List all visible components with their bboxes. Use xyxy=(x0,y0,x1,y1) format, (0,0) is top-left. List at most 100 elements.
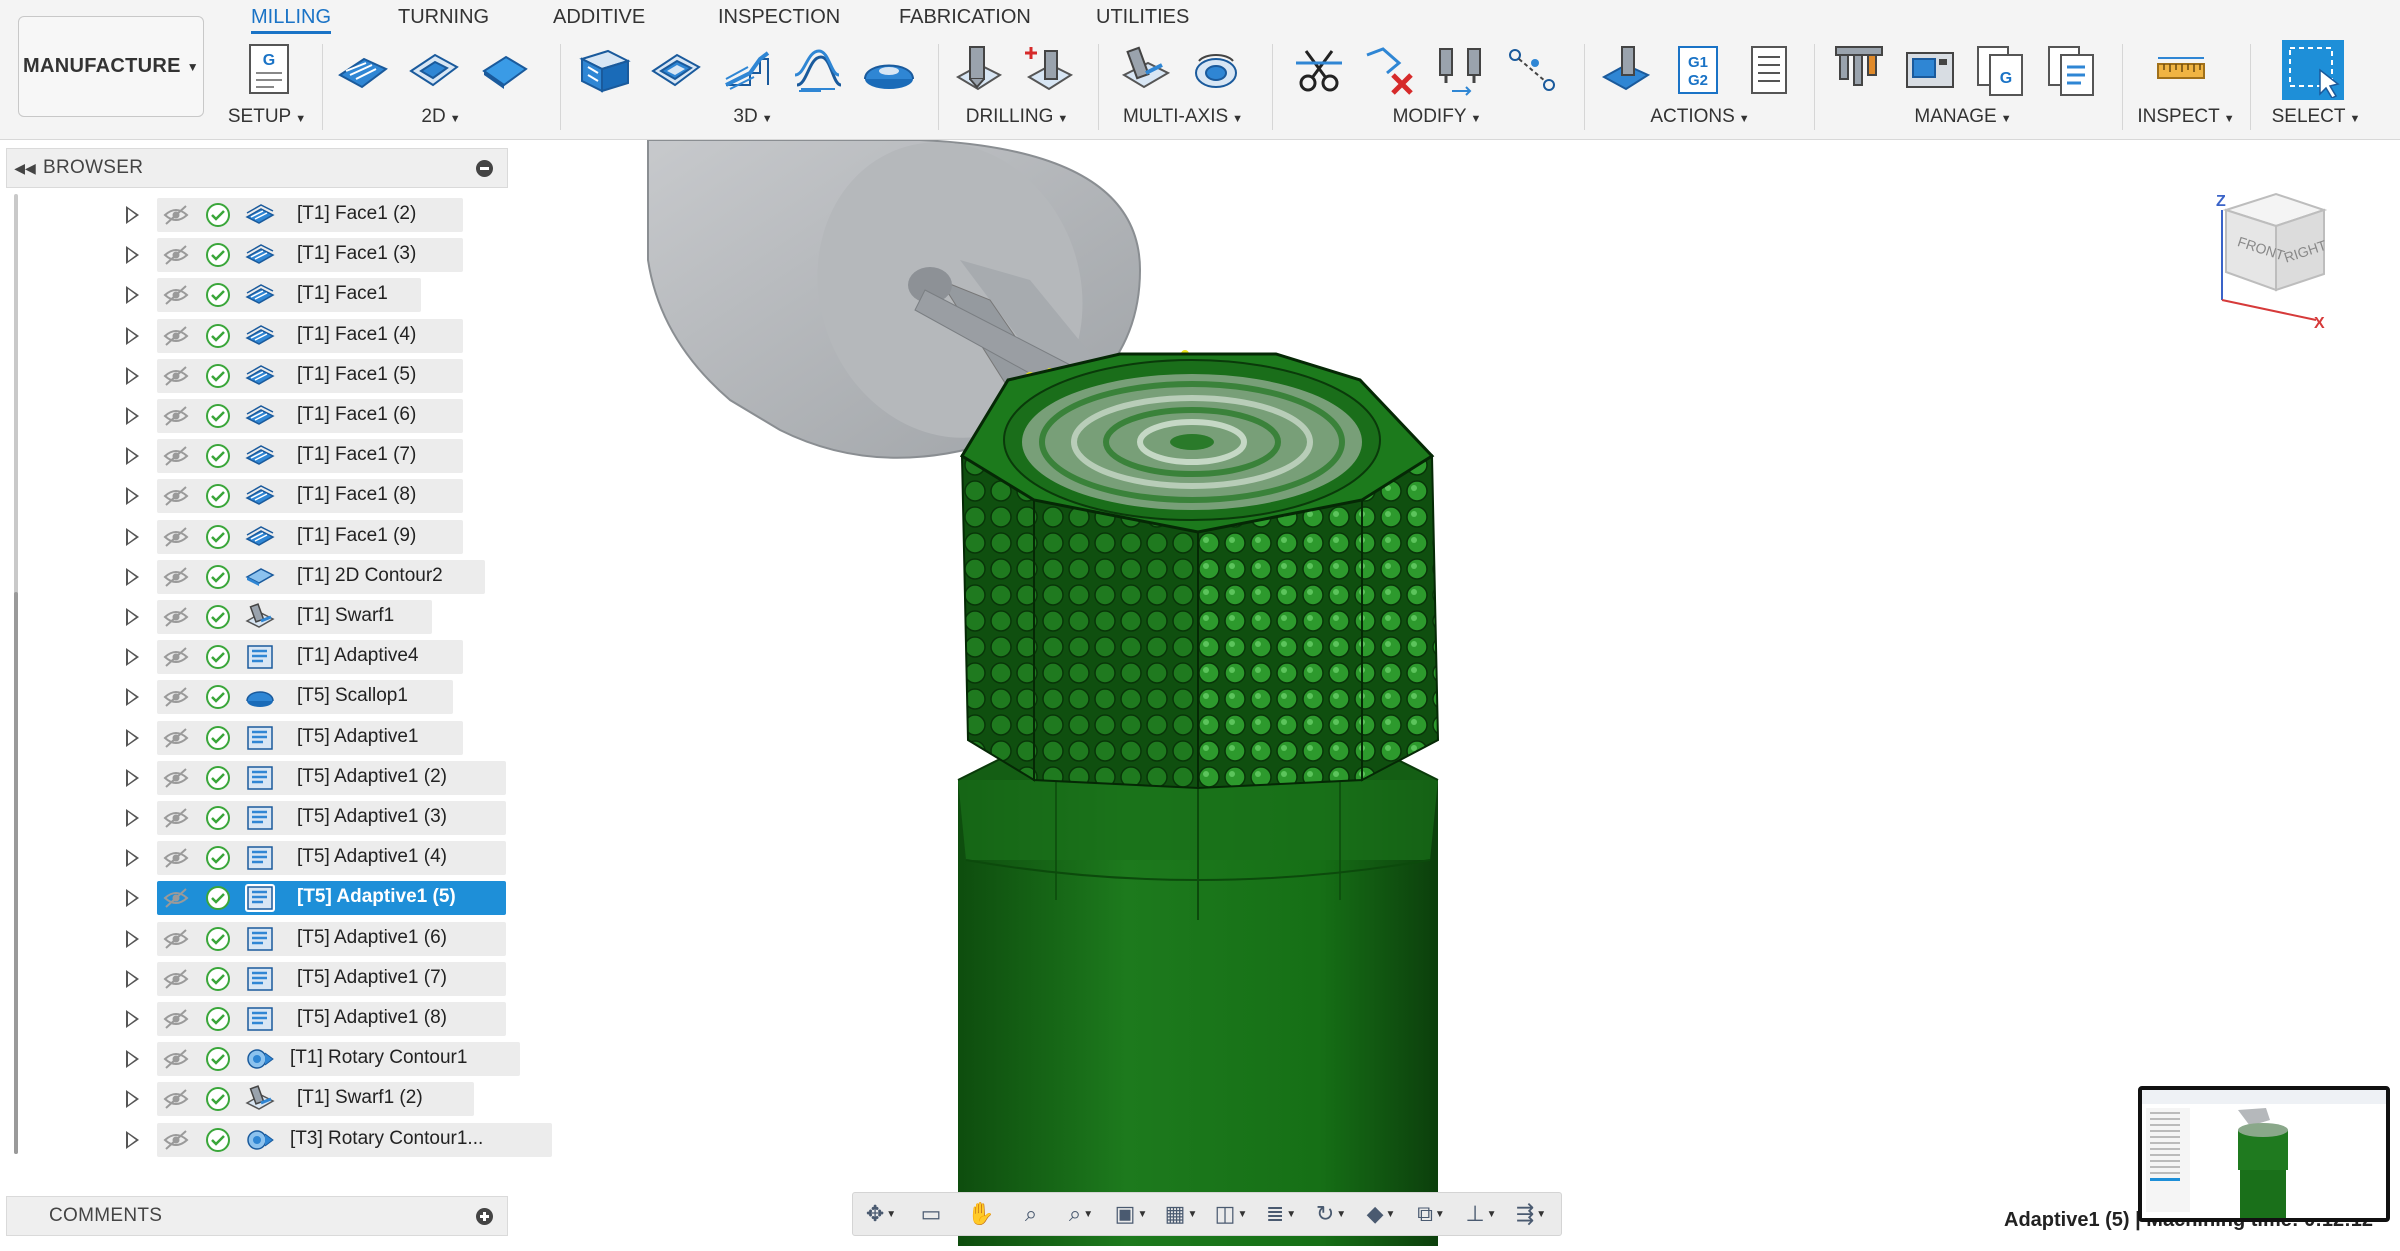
hole-recognition-icon[interactable] xyxy=(1023,43,1077,97)
drill-icon[interactable] xyxy=(952,43,1006,97)
2d-menu[interactable]: 2D ▼ xyxy=(336,106,546,128)
browser-item[interactable]: [T3] Rotary Contour1... xyxy=(0,1120,552,1160)
browser-item[interactable]: [T5] Adaptive1 (2) xyxy=(0,758,520,798)
browser-item[interactable]: [T1] Rotary Contour1 xyxy=(0,1039,520,1079)
browser-item[interactable]: [T5] Adaptive1 (5) xyxy=(0,878,520,918)
expand-arrow-icon[interactable] xyxy=(126,407,139,425)
toolpath-points-icon[interactable] xyxy=(1505,43,1559,97)
expand-arrow-icon[interactable] xyxy=(126,326,139,345)
workspace-switcher[interactable]: MANUFACTURE ▼ xyxy=(18,16,204,117)
browser-item[interactable]: [T1] Face1 (5) xyxy=(0,356,520,396)
view-cube[interactable]: Z X FRONT RIGHT xyxy=(2196,170,2356,330)
expand-arrow-icon[interactable] xyxy=(126,809,139,827)
expand-arrow-icon[interactable] xyxy=(126,608,139,626)
expand-arrow-icon[interactable] xyxy=(126,487,139,506)
display-settings-icon[interactable]: ▣ ▼ xyxy=(1111,1198,1151,1230)
expand-arrow-icon[interactable] xyxy=(126,527,139,546)
manage-menu[interactable]: MANAGE ▼ xyxy=(1832,106,2094,128)
expand-arrow-icon[interactable] xyxy=(126,1010,139,1028)
expand-arrow-icon[interactable] xyxy=(126,447,139,466)
browser-item[interactable]: [T1] Face1 (4) xyxy=(0,316,520,356)
modify-menu[interactable]: MODIFY ▼ xyxy=(1292,106,1582,128)
setup-sheet-icon[interactable] xyxy=(1742,43,1796,97)
select-menu[interactable]: SELECT ▼ xyxy=(2264,106,2368,128)
expand-arrow-icon[interactable] xyxy=(126,1090,139,1109)
browser-item[interactable]: [T1] Face1 (6) xyxy=(0,396,520,436)
comments-panel[interactable]: COMMENTS xyxy=(6,1196,508,1236)
browser-item[interactable]: [T1] Face1 (9) xyxy=(0,517,520,557)
visibility-eye-icon[interactable] xyxy=(163,1129,189,1151)
visibility-eye-icon[interactable] xyxy=(163,928,189,950)
browser-item[interactable]: [T5] Adaptive1 (3) xyxy=(0,798,520,838)
simulate-icon[interactable] xyxy=(1600,43,1654,97)
rotate-view-icon[interactable]: ↻ ▼ xyxy=(1311,1198,1351,1230)
visibility-eye-icon[interactable] xyxy=(163,485,189,507)
tool-change-icon[interactable] xyxy=(1434,43,1488,97)
visibility-eye-icon[interactable] xyxy=(163,1008,189,1030)
browser-item[interactable]: [T1] Face1 (7) xyxy=(0,436,520,476)
screen-preview-thumbnail[interactable] xyxy=(2138,1086,2390,1222)
2d-pocket-icon[interactable] xyxy=(407,43,461,97)
visibility-eye-icon[interactable] xyxy=(163,566,189,588)
expand-arrow-icon[interactable] xyxy=(126,969,139,988)
swarf-tool-icon[interactable] xyxy=(1118,43,1172,97)
collapse-panel-icon[interactable]: ◀◀ xyxy=(7,160,43,177)
post-process-icon[interactable]: G1 G2 xyxy=(1671,43,1725,97)
visibility-eye-icon[interactable] xyxy=(163,244,189,266)
3d-viewport[interactable]: Z X FRONT RIGHT xyxy=(520,139,2400,1246)
expand-arrow-icon[interactable] xyxy=(126,1050,139,1069)
tab-additive[interactable]: ADDITIVE xyxy=(553,0,645,34)
browser-item[interactable]: [T1] Face1 (3) xyxy=(0,235,520,275)
browser-item[interactable]: [T1] 2D Contour2 xyxy=(0,557,520,597)
expand-arrow-icon[interactable] xyxy=(126,648,139,667)
visibility-eye-icon[interactable] xyxy=(163,968,189,990)
pan-hand-icon[interactable]: ✋ xyxy=(961,1198,1001,1230)
browser-item[interactable]: [T1] Face1 (8) xyxy=(0,476,520,516)
visual-style-icon[interactable]: ◆ ▼ xyxy=(1361,1198,1401,1230)
measure-icon[interactable] xyxy=(2154,43,2208,97)
visibility-eye-icon[interactable] xyxy=(163,365,189,387)
3d-steep-shallow-icon[interactable] xyxy=(720,43,774,97)
tab-milling[interactable]: MILLING xyxy=(251,0,332,34)
tab-fabrication[interactable]: FABRICATION xyxy=(899,0,1031,34)
3d-parallel-icon[interactable] xyxy=(791,43,845,97)
camera-icon[interactable]: ⧉ ▼ xyxy=(1411,1198,1451,1230)
2d-contour-icon[interactable] xyxy=(478,43,532,97)
visibility-eye-icon[interactable] xyxy=(163,526,189,548)
visibility-eye-icon[interactable] xyxy=(163,606,189,628)
visibility-eye-icon[interactable] xyxy=(163,1048,189,1070)
browser-item[interactable]: [T1] Face1 xyxy=(0,275,520,315)
3d-menu[interactable]: 3D ▼ xyxy=(578,106,928,128)
expand-arrow-icon[interactable] xyxy=(126,1130,139,1149)
new-setup-icon[interactable]: G xyxy=(242,43,296,97)
scissors-icon[interactable] xyxy=(1292,43,1346,97)
browser-item[interactable]: [T5] Adaptive1 (7) xyxy=(0,959,520,999)
look-at-icon[interactable]: ▭ xyxy=(911,1198,951,1230)
layers-icon[interactable]: ≣ ▼ xyxy=(1261,1198,1301,1230)
visibility-eye-icon[interactable] xyxy=(163,767,189,789)
browser-item[interactable]: [T5] Adaptive1 (4) xyxy=(0,838,520,878)
simulation-display-icon[interactable]: ⇶ ▼ xyxy=(1511,1198,1551,1230)
expand-arrow-icon[interactable] xyxy=(126,849,139,868)
visibility-eye-icon[interactable] xyxy=(163,405,189,427)
expand-arrow-icon[interactable] xyxy=(126,889,139,908)
visibility-eye-icon[interactable] xyxy=(163,727,189,749)
2d-adaptive-icon[interactable] xyxy=(336,43,390,97)
actions-menu[interactable]: ACTIONS ▼ xyxy=(1600,106,1800,128)
tab-inspection[interactable]: INSPECTION xyxy=(718,0,840,34)
tool-library-icon[interactable] xyxy=(1832,43,1886,97)
visibility-eye-icon[interactable] xyxy=(163,887,189,909)
window-select-icon[interactable] xyxy=(2282,40,2344,100)
delete-toolpath-icon[interactable] xyxy=(1363,43,1417,97)
expand-icon[interactable] xyxy=(476,1208,493,1225)
browser-item[interactable]: [T5] Scallop1 xyxy=(0,677,520,717)
3d-pocket-icon[interactable] xyxy=(649,43,703,97)
tool-display-icon[interactable]: ⊥ ▼ xyxy=(1461,1198,1501,1230)
3d-scallop-icon[interactable] xyxy=(862,43,916,97)
tab-utilities[interactable]: UTILITIES xyxy=(1096,0,1189,34)
expand-arrow-icon[interactable] xyxy=(126,768,139,787)
drilling-menu[interactable]: DRILLING ▼ xyxy=(952,106,1082,128)
browser-item[interactable]: [T5] Adaptive1 (8) xyxy=(0,999,520,1039)
expand-arrow-icon[interactable] xyxy=(126,366,139,385)
browser-header[interactable]: ◀◀ BROWSER xyxy=(6,148,508,188)
